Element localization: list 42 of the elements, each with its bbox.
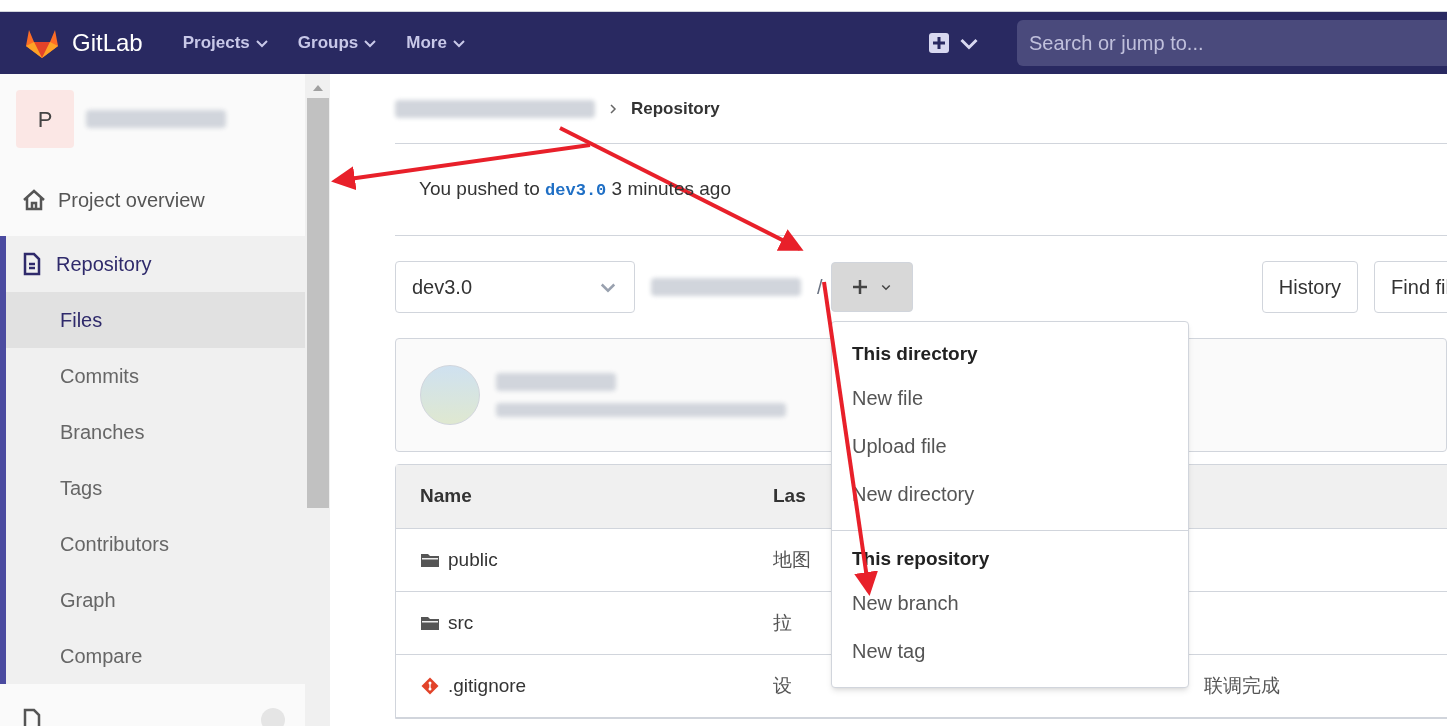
- nav-menu[interactable]: Groups: [297, 30, 379, 56]
- sidebar-subitem[interactable]: Contributors: [6, 516, 305, 572]
- folder-icon: [420, 615, 440, 631]
- menu-section-title: This directory: [851, 341, 979, 366]
- sidebar-subitem[interactable]: Tags: [6, 460, 305, 516]
- branch-select[interactable]: dev3.0: [395, 261, 635, 313]
- file-link[interactable]: src: [448, 608, 474, 638]
- menu-item[interactable]: New branch: [832, 579, 1188, 627]
- search-field[interactable]: Search or jump to...: [1017, 20, 1447, 66]
- file-link[interactable]: .gitignore: [448, 671, 527, 701]
- sidebar-subitem[interactable]: Compare: [6, 628, 305, 684]
- scrollbar-thumb[interactable]: [306, 98, 329, 508]
- folder-icon: [420, 552, 440, 568]
- commit-message: 联调完成: [1204, 673, 1280, 698]
- sidebar-item[interactable]: Project overview: [0, 172, 305, 228]
- sidebar-subitem[interactable]: Branches: [6, 404, 305, 460]
- toolbar-button[interactable]: History: [1261, 261, 1359, 313]
- plus-icon: [851, 279, 868, 295]
- menu-item[interactable]: New file: [832, 374, 1188, 422]
- home-icon: [22, 188, 46, 212]
- add-menu-button[interactable]: [830, 262, 913, 312]
- nav-menu[interactable]: More: [406, 30, 467, 56]
- plus-square-icon: [929, 33, 949, 53]
- menu-item[interactable]: Upload file: [832, 422, 1188, 470]
- column-header: Name: [419, 484, 473, 509]
- chevron-right-icon: [607, 102, 619, 115]
- column-header: Las: [773, 484, 806, 509]
- commit-message: 拉: [773, 610, 792, 635]
- sidebar-item[interactable]: Repository: [6, 236, 305, 292]
- toolbar-button[interactable]: Find fil: [1374, 261, 1447, 313]
- project-avatar: P: [16, 90, 74, 148]
- commit-message: 设: [773, 673, 792, 698]
- breadcrumb-current: Repository: [631, 97, 720, 120]
- file-link[interactable]: public: [448, 545, 498, 575]
- sidebar-subitem[interactable]: Graph: [6, 572, 305, 628]
- commit-message: 地图: [773, 547, 811, 572]
- sidebar-subitem[interactable]: Commits: [6, 348, 305, 404]
- brand-name: GitLab: [72, 28, 143, 58]
- sidebar-subitem[interactable]: Files: [6, 292, 305, 348]
- menu-item[interactable]: New tag: [832, 627, 1188, 675]
- nav-menu[interactable]: Projects: [182, 30, 270, 56]
- path-separator: /: [817, 275, 823, 300]
